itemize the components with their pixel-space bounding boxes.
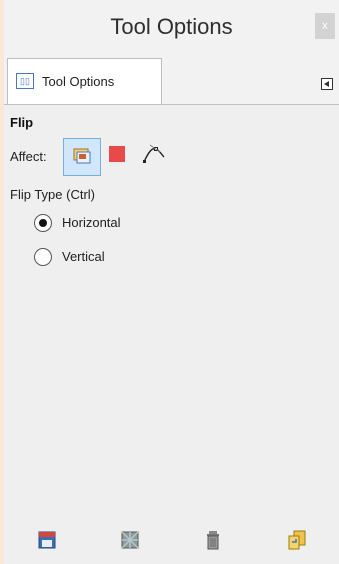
reset-options-icon[interactable] — [287, 530, 307, 550]
close-button[interactable]: x — [315, 13, 335, 39]
title-bar: Tool Options x — [4, 0, 339, 58]
radio-horizontal[interactable] — [34, 214, 52, 232]
window-title: Tool Options — [110, 14, 233, 39]
flip-options-panel: Flip Affect: Flip Type (Ctrl) Horizontal… — [4, 105, 339, 510]
restore-options-icon[interactable] — [120, 530, 140, 550]
tool-options-window: Tool Options x ▯▯ Tool Options Flip Affe… — [4, 0, 339, 564]
panel-menu-icon[interactable] — [321, 78, 333, 90]
radio-label-horizontal: Horizontal — [62, 215, 121, 230]
radio-label-vertical: Vertical — [62, 249, 105, 264]
delete-options-icon[interactable] — [203, 530, 223, 550]
section-title: Flip — [10, 115, 34, 130]
selection-icon[interactable] — [109, 146, 125, 162]
affect-layer-button[interactable] — [63, 138, 101, 176]
tab-strip: ▯▯ Tool Options — [4, 58, 339, 105]
flip-type-label: Flip Type (Ctrl) — [10, 187, 95, 202]
radio-vertical[interactable] — [34, 248, 52, 266]
affect-label: Affect: — [10, 149, 47, 164]
layer-icon — [73, 148, 91, 164]
tab-label: Tool Options — [42, 74, 115, 89]
save-options-icon[interactable] — [37, 530, 57, 550]
tool-options-icon: ▯▯ — [16, 73, 34, 89]
path-icon[interactable] — [142, 143, 166, 165]
bottom-toolbar — [4, 518, 339, 564]
tab-tool-options[interactable]: ▯▯ Tool Options — [7, 58, 162, 104]
